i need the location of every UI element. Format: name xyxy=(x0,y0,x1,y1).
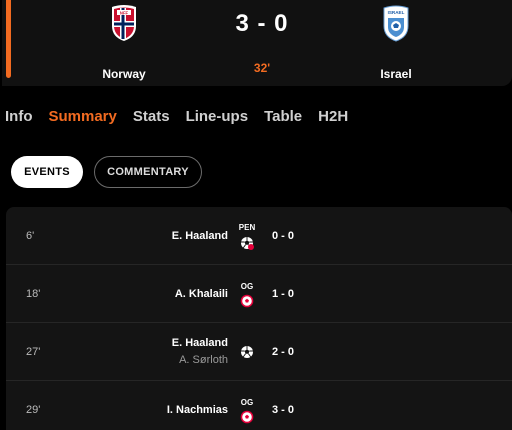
event-assist: A. Sørloth xyxy=(179,354,228,366)
match-score: 3 - 0 xyxy=(235,10,289,37)
event-row[interactable]: 6' E. Haaland PEN 0 - 0 xyxy=(6,207,512,265)
own-goal-icon xyxy=(240,294,254,308)
summary-filter: EVENTS COMMENTARY xyxy=(11,156,202,188)
event-player: A. Khalaili xyxy=(174,288,228,300)
event-player: E. Haaland xyxy=(171,337,228,349)
event-minute: 29' xyxy=(26,404,41,416)
match-minute: 32' xyxy=(253,61,271,75)
events-filter-button[interactable]: EVENTS xyxy=(11,156,83,188)
events-list: 6' E. Haaland PEN 0 - 0 18' A. Khalaili … xyxy=(6,207,512,430)
tab-summary[interactable]: Summary xyxy=(49,108,117,125)
away-team-name: Israel xyxy=(380,67,412,81)
event-minute: 6' xyxy=(26,230,35,242)
tab-h2h[interactable]: H2H xyxy=(318,108,348,125)
norway-crest-icon: NFF xyxy=(112,5,136,41)
home-team[interactable]: NFF Norway xyxy=(79,4,169,81)
match-scoreboard: NFF Norway 3 - 0 32' ISRAEL Israel xyxy=(2,0,512,86)
away-team[interactable]: ISRAEL Israel xyxy=(351,4,441,81)
event-row[interactable]: 27' E. Haaland A. Sørloth 2 - 0 xyxy=(6,323,512,381)
tab-stats[interactable]: Stats xyxy=(133,108,170,125)
event-minute: 18' xyxy=(26,288,41,300)
event-player: E. Haaland xyxy=(171,230,228,242)
own-goal-icon xyxy=(240,410,254,424)
event-row[interactable]: 18' A. Khalaili OG 1 - 0 xyxy=(6,265,512,323)
event-row[interactable]: 29' I. Nachmias OG 3 - 0 xyxy=(6,381,512,430)
event-minute: 27' xyxy=(26,346,41,358)
tab-table[interactable]: Table xyxy=(264,108,302,125)
home-crest-text: NFF xyxy=(120,10,129,15)
event-tag: OG xyxy=(240,282,254,291)
live-indicator-bar xyxy=(6,0,11,78)
event-tag: PEN xyxy=(238,223,256,232)
penalty-goal-icon xyxy=(241,237,254,250)
event-score: 2 - 0 xyxy=(272,346,295,358)
goal-icon xyxy=(241,346,253,358)
match-tabs: Info Summary Stats Line-ups Table H2H xyxy=(5,108,364,125)
israel-crest-icon: ISRAEL xyxy=(383,5,409,42)
away-crest-text: ISRAEL xyxy=(388,10,405,15)
event-score: 0 - 0 xyxy=(272,230,295,242)
event-player: I. Nachmias xyxy=(166,404,228,416)
commentary-filter-button[interactable]: COMMENTARY xyxy=(94,156,202,188)
home-team-name: Norway xyxy=(102,67,146,81)
event-score: 3 - 0 xyxy=(272,404,295,416)
tab-line-ups[interactable]: Line-ups xyxy=(186,108,249,125)
event-score: 1 - 0 xyxy=(272,288,295,300)
event-tag: OG xyxy=(240,398,254,407)
tab-info[interactable]: Info xyxy=(5,108,33,125)
